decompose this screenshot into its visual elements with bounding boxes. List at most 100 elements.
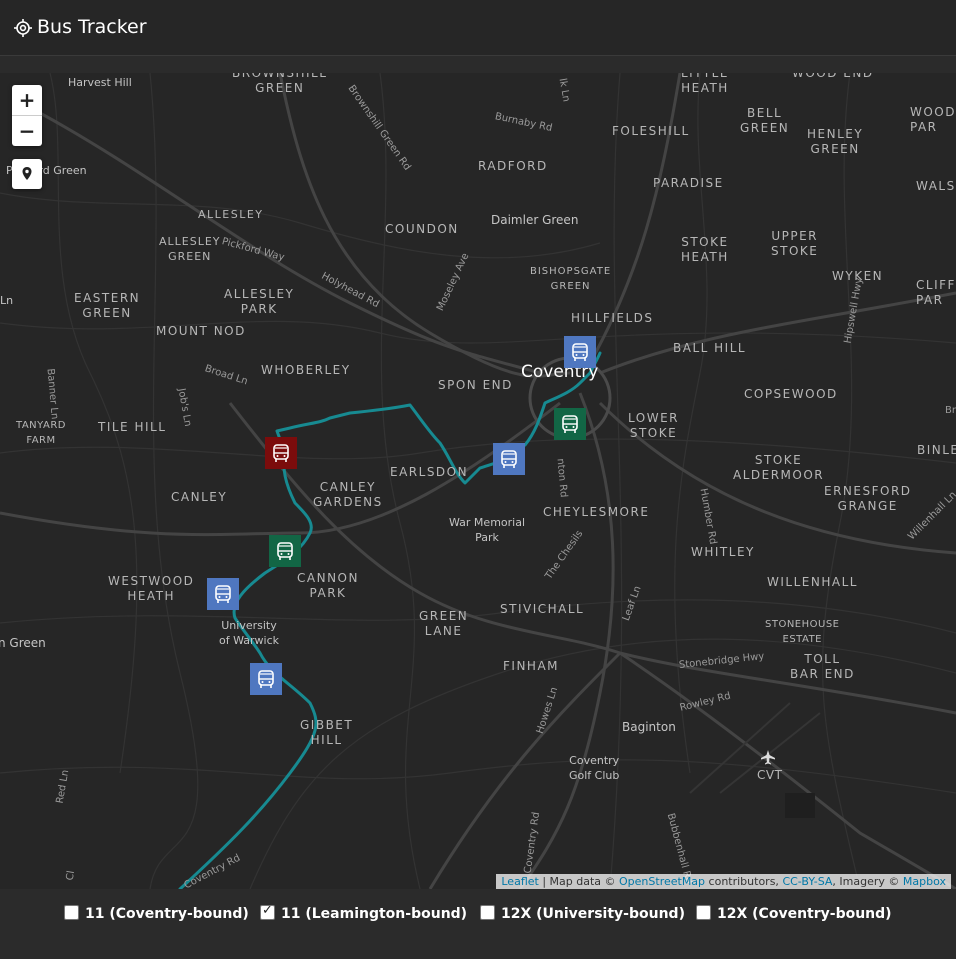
map-label: TANYARD FARM [16,420,66,446]
bus-icon [572,343,588,361]
route-label: 11 (Leamington-bound) [281,906,468,922]
map-label: Daimler Green [491,213,579,227]
map-label: STOKE HEATH [681,235,729,264]
zoom-control: + − [12,85,42,146]
map-label: WESTWOOD HEATH [108,574,195,603]
map-label: UPPER STOKE [771,229,819,258]
osm-link[interactable]: OpenStreetMap [619,875,705,888]
route-label: 11 (Coventry-bound) [85,906,249,922]
license-link[interactable]: CC-BY-SA [782,875,832,888]
map-label: WHITLEY [691,545,755,559]
bus-icon [277,542,293,560]
bus-marker[interactable] [265,437,297,469]
route-filter-bar: 11 (Coventry-bound) ✓ 11 (Leamington-boun… [0,889,956,959]
attribution-text: , Imagery © [832,875,903,888]
route-label: 12X (Coventry-bound) [717,906,892,922]
route-toggle[interactable]: 11 (Coventry-bound) [64,905,249,922]
map-label: HENLEY GREEN [807,127,864,156]
map-label: BROWNSHILL GREEN [232,73,328,95]
route-checkbox[interactable]: ✓ [260,903,275,920]
map-label: BELL GREEN [740,106,790,135]
crosshair-icon [14,19,32,37]
map-label: CANNON PARK [297,571,359,600]
bus-icon [562,415,578,433]
map-label: WOOD END [792,73,874,80]
leaflet-link[interactable]: Leaflet [501,875,538,888]
map-label: n Green [0,636,46,650]
map-attribution: Leaflet | Map data © OpenStreetMap contr… [496,874,951,889]
map-label: WHOBERLEY [261,363,351,377]
bus-marker[interactable] [493,443,525,475]
header: Bus Tracker [0,0,956,56]
map-label: HILLFIELDS [571,311,654,325]
map[interactable]: BROWNSHILL GREEN Harvest Hill LITTLE HEATH… [0,73,956,889]
map-label: LITTLE HEATH [681,73,729,95]
map-label: CANLEY [171,490,228,504]
route-checkbox[interactable] [64,905,79,920]
bus-icon [215,585,231,603]
app-title: Bus Tracker [37,16,147,38]
map-label: CLIFF PAR [916,278,956,307]
zoom-in-button[interactable]: + [12,85,42,116]
checkmark-icon: ✓ [262,903,273,918]
bus-marker[interactable] [207,578,239,610]
mapbox-link[interactable]: Mapbox [903,875,946,888]
map-label: Baginton [622,720,676,734]
route-label: 12X (University-bound) [501,906,685,922]
map-label: COPSEWOOD [744,387,838,401]
map-pin-icon [22,167,32,180]
map-label: GIBBET HILL [300,718,354,747]
map-label: FOLESHILL [612,124,690,138]
map-label: Harvest Hill [68,76,132,89]
map-label: RADFORD [478,159,548,173]
map-label: PARADISE [653,176,724,190]
map-label: COUNDON [385,222,459,236]
attribution-text: contributors, [705,875,783,888]
map-label: WOOD PAR [910,105,956,134]
map-label: LOWER STOKE [628,411,679,440]
road-label: Br [945,405,956,416]
bus-icon [258,670,274,688]
map-label: TILE HILL [98,420,167,434]
map-label: BISHOPSGATE GREEN [530,266,612,292]
map-label: University of Warwick [219,619,280,647]
route-toggle[interactable]: 12X (University-bound) [480,905,685,922]
map-label: ERNESFORD GRANGE [824,484,912,513]
route-checkbox[interactable] [480,905,495,920]
map-label: WILLENHALL [767,575,858,589]
map-label: FINHAM [503,659,560,673]
bus-marker[interactable] [564,336,596,368]
bus-marker[interactable] [250,663,282,695]
locate-button[interactable] [12,159,42,189]
attribution-text: | Map data © [538,875,620,888]
route-checkbox[interactable] [696,905,711,920]
map-label: STONEHOUSE ESTATE [765,619,840,645]
map-label: EASTERN GREEN [74,291,141,320]
zoom-out-button[interactable]: − [12,116,42,146]
map-label: STOKE ALDERMOOR [733,453,825,482]
map-label: ALLESLEY GREEN [159,235,221,263]
map-label: War Memorial Park [449,516,526,544]
map-label: WALSG [916,179,956,193]
bus-marker[interactable] [554,408,586,440]
map-label: ALLESLEY PARK [224,287,295,316]
map-label: CHEYLESMORE [543,505,650,519]
map-label: BINLE [917,443,956,457]
map-label: MOUNT NOD [156,324,246,338]
map-label: ALLESLEY [198,208,264,221]
map-label: CANLEY GARDENS [313,480,383,509]
map-label: BALL HILL [673,341,747,355]
map-label: SPON END [438,378,513,392]
map-label: Coventry Golf Club [569,754,620,782]
bus-icon [273,444,289,462]
route-toggle[interactable]: 12X (Coventry-bound) [696,905,892,922]
map-label: GREEN LANE [419,609,469,638]
map-label: Ln [0,294,14,307]
map-label: STIVICHALL [500,602,585,616]
road-label: Cl [64,869,78,882]
map-label: TOLL BAR END [790,652,855,681]
bus-marker[interactable] [269,535,301,567]
route-toggle[interactable]: ✓ 11 (Leamington-bound) [260,903,468,922]
map-label: EARLSDON [390,465,469,479]
bus-icon [501,450,517,468]
